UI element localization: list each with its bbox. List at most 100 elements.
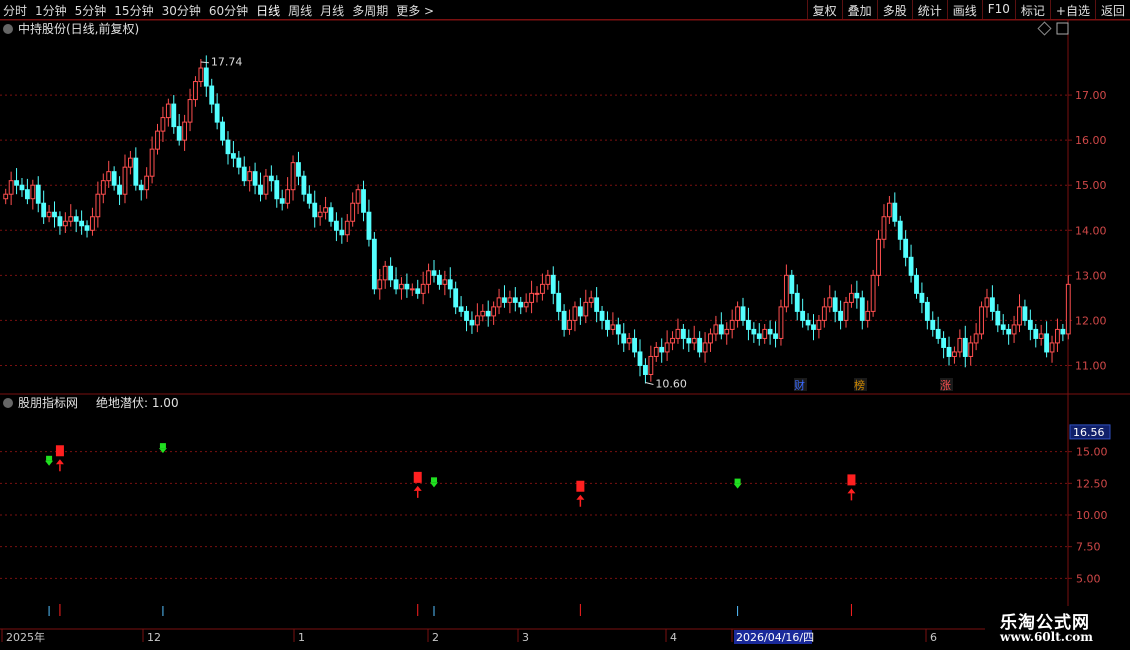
candle-body	[1000, 324, 1006, 330]
candle-body	[377, 279, 383, 290]
toolbar-button-7[interactable]: +自选	[1049, 0, 1095, 19]
candle-body	[431, 270, 437, 276]
toolbar-button-5[interactable]: F10	[981, 0, 1015, 19]
candle-body	[171, 103, 177, 128]
candle-body	[691, 337, 697, 344]
price-tick-label: 15.00	[1075, 179, 1107, 192]
candle-body	[924, 301, 930, 321]
date-label-7: 6	[930, 631, 937, 644]
period-tab-6[interactable]: 日线	[256, 4, 280, 18]
candle-body	[556, 292, 562, 312]
candle-body	[979, 306, 984, 335]
candle-body	[214, 103, 220, 123]
indicator-value-label: 绝地潜伏: 1.00	[96, 395, 179, 410]
candle-body	[626, 337, 632, 344]
candle-body	[773, 333, 778, 339]
candle-body	[973, 333, 979, 344]
signal-red-block	[55, 445, 64, 457]
toolbar-button-3[interactable]: 统计	[911, 0, 947, 19]
candle-body	[1065, 283, 1071, 335]
toolbar-button-8[interactable]: 返回	[1094, 0, 1130, 19]
candle-body	[534, 292, 540, 295]
event-marker-2: 涨	[940, 379, 951, 392]
candle-body	[312, 202, 318, 218]
candle-body	[708, 333, 713, 344]
candle-body	[697, 337, 703, 353]
signal-up-arrow	[413, 485, 422, 491]
toolbar-button-1[interactable]: 叠加	[841, 0, 877, 19]
window-toggle-icon[interactable]	[1056, 22, 1069, 35]
period-tab-2[interactable]: 5分钟	[75, 4, 107, 18]
candle-body	[409, 288, 415, 291]
candle-body	[550, 274, 556, 294]
stock-chart[interactable]: 11.0012.0013.0014.0015.0016.0017.0017.74…	[0, 20, 1130, 650]
toolbar-button-6[interactable]: 标记	[1014, 0, 1050, 19]
candle-body	[670, 337, 675, 344]
signal-red-block	[413, 471, 422, 483]
candle-body	[567, 319, 572, 330]
candle-body	[209, 85, 215, 105]
candle-body	[415, 288, 421, 294]
high-price-label: 17.74	[211, 56, 243, 69]
candle-body	[686, 337, 692, 344]
indicator-panel-title: 股朋指标网	[18, 395, 78, 410]
candle-body	[366, 211, 372, 240]
candle-body	[811, 324, 816, 330]
candle-body	[361, 189, 366, 213]
candle-body	[718, 324, 724, 335]
period-tab-1[interactable]: 1分钟	[35, 4, 67, 18]
toolbar-button-2[interactable]: 多股	[876, 0, 912, 19]
period-tab-10[interactable]: 更多 >	[396, 4, 434, 18]
candle-body	[290, 162, 296, 191]
candle-body	[122, 166, 128, 195]
period-tab-8[interactable]: 月线	[320, 4, 344, 18]
candle-body	[1055, 328, 1060, 344]
period-tab-9[interactable]: 多周期	[352, 4, 388, 18]
candle-body	[800, 310, 806, 321]
signal-red-block	[576, 480, 585, 492]
candle-body	[182, 121, 188, 141]
candle-body	[160, 117, 166, 132]
period-tab-0[interactable]: 分时	[3, 4, 27, 18]
candle-body	[306, 193, 312, 204]
candle-body	[138, 184, 144, 191]
candle-body	[149, 148, 155, 177]
candle-body	[659, 346, 665, 353]
candle-body	[529, 292, 534, 303]
candle-body	[968, 342, 974, 357]
indicator-tick-label: 5.00	[1076, 572, 1101, 585]
period-tab-3[interactable]: 15分钟	[114, 4, 153, 18]
candle-body	[193, 81, 198, 101]
candle-body	[19, 184, 25, 191]
price-tick-label: 13.00	[1075, 269, 1107, 282]
candle-body	[621, 333, 627, 344]
candle-body	[480, 310, 486, 317]
candle-body	[241, 166, 247, 182]
collapse-indicator-icon[interactable]	[3, 398, 13, 408]
indicator-tick-label: 12.50	[1076, 477, 1108, 490]
candle-body	[328, 207, 334, 222]
candle-body	[1027, 319, 1033, 330]
candle-body	[355, 189, 361, 204]
toolbar-button-0[interactable]: 复权	[806, 0, 842, 19]
candle-body	[198, 67, 204, 83]
period-tab-4[interactable]: 30分钟	[162, 4, 201, 18]
candle-body	[740, 306, 746, 321]
candle-body	[632, 337, 637, 353]
candle-body	[615, 324, 621, 335]
period-tab-7[interactable]: 周线	[288, 4, 312, 18]
candle-body	[426, 270, 431, 285]
candle-body	[713, 324, 719, 335]
toolbar-button-4[interactable]: 画线	[946, 0, 982, 19]
price-tick-label: 17.00	[1075, 89, 1107, 102]
candle-body	[1038, 333, 1044, 339]
diamond-icon[interactable]	[1037, 21, 1052, 36]
candle-body	[984, 297, 990, 308]
period-tab-5[interactable]: 60分钟	[209, 4, 248, 18]
candle-body	[746, 319, 751, 330]
collapse-main-icon[interactable]	[3, 24, 13, 34]
candle-body	[263, 175, 269, 195]
candle-body	[946, 346, 952, 357]
candle-body	[100, 180, 106, 195]
candle-body	[344, 220, 350, 236]
